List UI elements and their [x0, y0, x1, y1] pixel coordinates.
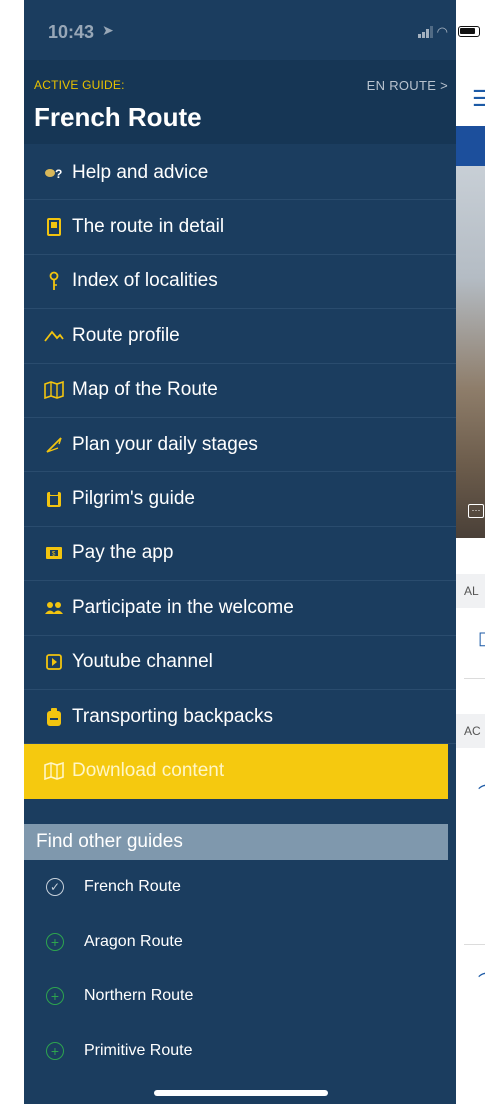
menu-item-label: Plan your daily stages	[72, 433, 258, 455]
battery-icon	[458, 26, 480, 37]
map-icon	[44, 761, 64, 781]
menu-item-help[interactable]: ? Help and advice	[24, 146, 456, 201]
map-icon	[44, 380, 64, 400]
menu-item-label: Index of localities	[72, 270, 218, 292]
en-route-link[interactable]: EN ROUTE >	[367, 78, 448, 93]
menu-item-label: Participate in the welcome	[72, 596, 294, 618]
wifi-icon: ◠	[436, 24, 448, 39]
background-section-1: AL	[456, 574, 485, 608]
menu-item-localities[interactable]: Index of localities	[24, 255, 456, 310]
drawer-menu: ? Help and advice The route in detail In…	[24, 146, 456, 799]
menu-item-pay-app[interactable]: $ Pay the app	[24, 527, 456, 582]
menu-item-label: Route profile	[72, 324, 180, 346]
background-photo	[456, 166, 485, 538]
divider	[464, 678, 485, 679]
navigation-drawer: 10:43 ➤ ◠ ACTIVE GUIDE: EN ROUTE > Frenc…	[24, 0, 456, 1104]
plan-icon	[44, 435, 64, 455]
profile-icon	[44, 326, 64, 346]
location-pin-icon	[44, 271, 64, 291]
background-item-icon: ▯	[478, 628, 485, 648]
menu-item-label: Map of the Route	[72, 379, 218, 401]
plus-circle-icon: +	[46, 1041, 64, 1060]
menu-item-label: Youtube channel	[72, 651, 213, 673]
guide-item-aragon[interactable]: + Aragon Route	[24, 915, 456, 970]
people-icon	[44, 598, 64, 618]
status-icons: ◠	[417, 24, 448, 40]
menu-item-label: Transporting backpacks	[72, 705, 274, 727]
background-app-panel[interactable]: ☰ ⋯ AL ▯ AC ⌒ ⌒	[456, 0, 485, 1104]
menu-item-route-profile[interactable]: Route profile	[24, 309, 456, 364]
active-guide-title: French Route	[34, 102, 202, 132]
divider	[464, 944, 485, 945]
drawer-header: ACTIVE GUIDE: EN ROUTE > French Route	[24, 60, 456, 144]
background-section-2: AC	[456, 714, 485, 748]
background-app-bar	[456, 126, 485, 166]
plus-circle-icon: +	[46, 932, 64, 951]
svg-text:?: ?	[55, 167, 62, 181]
guide-item-label: French Route	[84, 878, 181, 896]
backpack-icon	[44, 707, 64, 727]
menu-item-plan-stages[interactable]: Plan your daily stages	[24, 418, 456, 473]
menu-item-participate[interactable]: Participate in the welcome	[24, 581, 456, 636]
menu-item-download-content[interactable]: Download content	[24, 744, 448, 799]
location-arrow-icon: ➤	[102, 22, 114, 38]
guide-item-label: Primitive Route	[84, 1041, 193, 1059]
plus-circle-icon: +	[46, 987, 64, 1006]
menu-item-label: Pay the app	[72, 542, 174, 564]
guide-item-primitive[interactable]: + Primitive Route	[24, 1024, 456, 1079]
status-time: 10:43	[48, 22, 95, 42]
help-icon: ?	[44, 163, 64, 183]
menu-item-backpacks[interactable]: Transporting backpacks	[24, 690, 456, 745]
menu-item-label: The route in detail	[72, 216, 225, 238]
find-other-guides-header: Find other guides	[24, 824, 448, 860]
menu-item-label: Pilgrim's guide	[72, 488, 195, 510]
guide-item-label: Northern Route	[84, 987, 194, 1005]
photo-options-icon[interactable]: ⋯	[468, 504, 484, 518]
route-detail-icon	[44, 217, 64, 237]
menu-item-label: Help and advice	[72, 161, 209, 183]
play-icon	[44, 652, 64, 672]
background-item-icon: ⌒	[478, 968, 485, 994]
menu-item-pilgrim-guide[interactable]: Pilgrim's guide	[24, 472, 456, 527]
money-icon: $	[44, 543, 64, 563]
other-guides-list: ✓ French Route + Aragon Route + Northern…	[24, 860, 456, 1078]
menu-item-label: Download content	[72, 760, 225, 782]
guide-item-french[interactable]: ✓ French Route	[24, 860, 456, 915]
guide-item-label: Aragon Route	[84, 932, 183, 950]
check-circle-icon: ✓	[46, 878, 64, 897]
status-bar: 10:43 ➤ ◠	[24, 0, 456, 60]
menu-item-route-detail[interactable]: The route in detail	[24, 200, 456, 255]
left-margin	[0, 0, 24, 1104]
background-item-icon: ⌒	[478, 780, 485, 806]
home-indicator[interactable]	[154, 1090, 328, 1096]
signal-icon	[417, 26, 433, 38]
active-guide-label: ACTIVE GUIDE:	[34, 78, 125, 92]
hamburger-menu-icon[interactable]: ☰	[472, 86, 485, 112]
menu-item-map[interactable]: Map of the Route	[24, 364, 456, 418]
menu-item-youtube[interactable]: Youtube channel	[24, 636, 456, 690]
clipboard-icon	[44, 489, 64, 509]
guide-item-northern[interactable]: + Northern Route	[24, 969, 456, 1024]
find-other-guides-label: Find other guides	[36, 831, 183, 852]
